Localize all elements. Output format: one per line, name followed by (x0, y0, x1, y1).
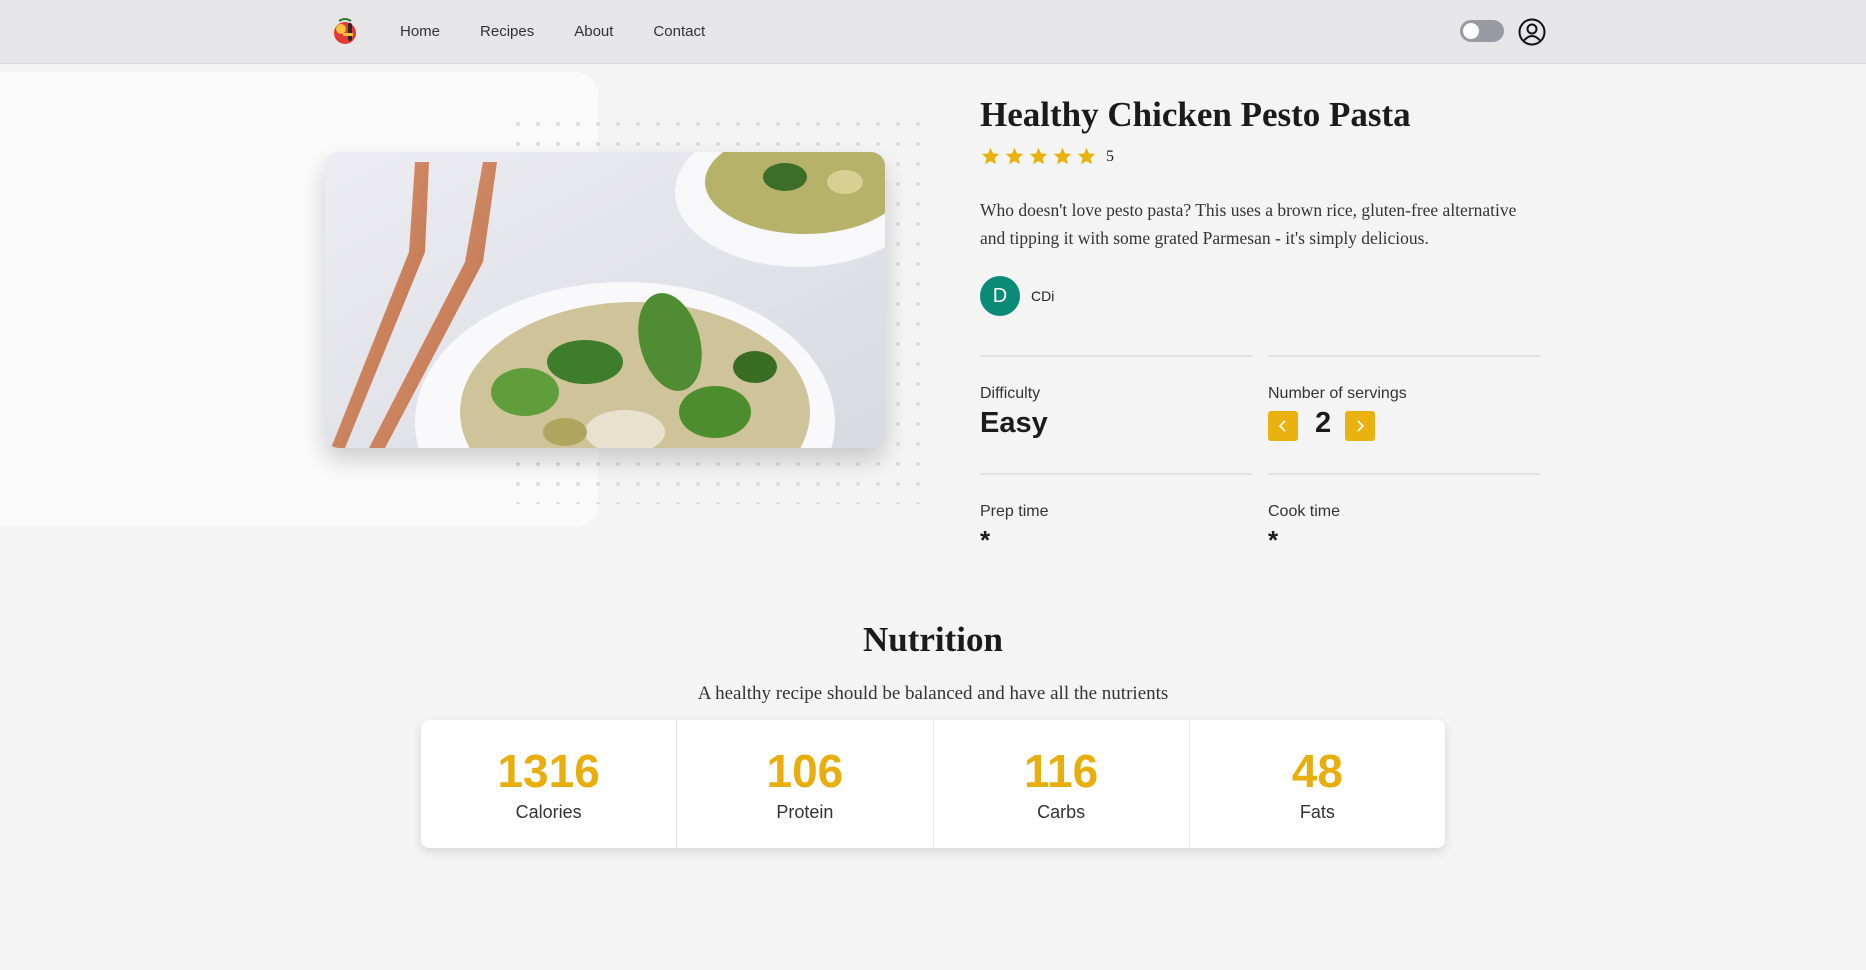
logo-icon[interactable] (331, 17, 361, 47)
nutrition-label: Calories (515, 802, 582, 822)
star-icon (1077, 147, 1096, 165)
user-icon[interactable] (1518, 18, 1546, 46)
star-icon (1005, 147, 1024, 165)
nutrition-label: Fats (1299, 802, 1335, 822)
divider (980, 355, 1253, 357)
difficulty-label: Difficulty (980, 385, 1041, 402)
cook-time-label: Cook time (1268, 503, 1341, 520)
theme-toggle[interactable] (1460, 20, 1504, 42)
header: Home Recipes About Contact (0, 0, 1866, 64)
recipe-image (325, 152, 885, 448)
toggle-knob (1463, 23, 1479, 39)
main-nav: Home Recipes About Contact (400, 0, 745, 63)
cook-time-value: * (1268, 525, 1279, 555)
chevron-right-icon (1357, 420, 1365, 432)
nav-about[interactable]: About (574, 23, 613, 40)
rating: 5 (980, 146, 1114, 167)
author-name[interactable]: CDi (1031, 288, 1054, 304)
difficulty-value: Easy (980, 407, 1048, 439)
recipe-title: Healthy Chicken Pesto Pasta (980, 95, 1411, 134)
nutrition-card-fats: 48 Fats (1190, 720, 1445, 848)
nav-home[interactable]: Home (400, 23, 440, 40)
nutrition-value: 1316 (497, 745, 600, 797)
servings-label: Number of servings (1268, 385, 1407, 402)
servings-value: 2 (1315, 407, 1332, 439)
nutrition-subtitle: A healthy recipe should be balanced and … (697, 683, 1169, 704)
author[interactable]: D CDi (980, 276, 1054, 316)
nutrition-card-calories: 1316 Calories (421, 720, 678, 848)
star-icon (1053, 147, 1072, 165)
nutrition-label: Carbs (1037, 802, 1086, 822)
divider (980, 473, 1253, 475)
servings-decrease-button[interactable] (1268, 411, 1298, 441)
divider (1268, 473, 1541, 475)
avatar[interactable]: D (980, 276, 1020, 316)
nutrition-value: 106 (766, 745, 844, 797)
chevron-left-icon (1278, 420, 1286, 432)
nutrition-value: 116 (1024, 745, 1099, 797)
nutrition-title: Nutrition (863, 620, 1003, 659)
nutrition-label: Protein (776, 802, 834, 822)
nav-contact[interactable]: Contact (653, 23, 705, 40)
nutrition-value: 48 (1291, 745, 1343, 797)
nutrition-cards: 1316 Calories 106 Protein 116 Carbs 48 F… (421, 720, 1445, 848)
rating-value: 5 (1106, 147, 1114, 165)
nav-recipes[interactable]: Recipes (480, 23, 534, 40)
star-icon (981, 147, 1000, 165)
recipe-description: Who doesn't love pesto pasta? This uses … (980, 200, 1517, 248)
star-icon (1029, 147, 1048, 165)
prep-time-label: Prep time (980, 503, 1049, 520)
prep-time-value: * (980, 525, 991, 555)
servings-increase-button[interactable] (1345, 411, 1375, 441)
divider (1268, 355, 1541, 357)
nutrition-card-carbs: 116 Carbs (934, 720, 1190, 848)
nutrition-card-protein: 106 Protein (677, 720, 934, 848)
